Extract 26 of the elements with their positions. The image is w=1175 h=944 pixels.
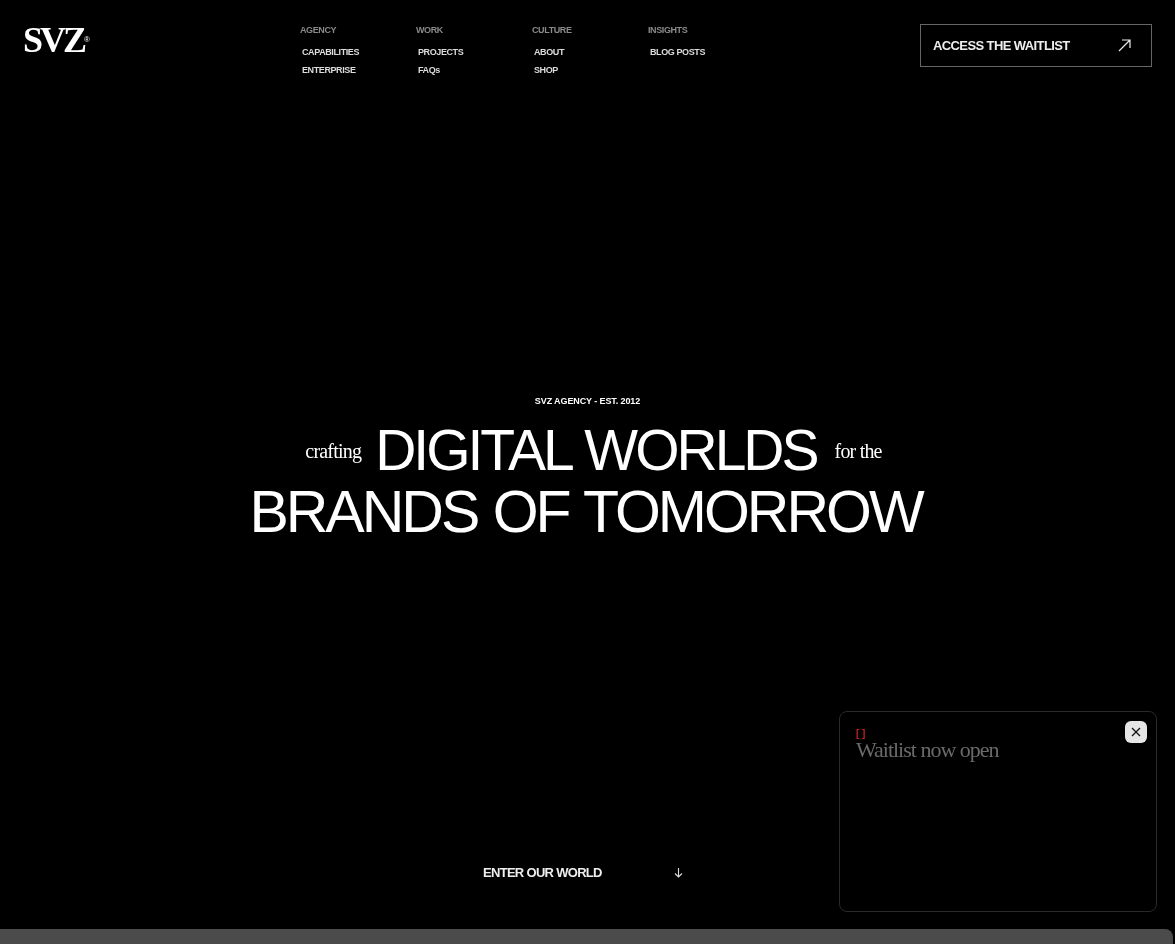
waitlist-button[interactable]: ACCESS THE WAITLIST <box>920 24 1152 67</box>
eyebrow-text: SVZ AGENCY - EST. 2012 <box>534 396 641 406</box>
enter-link[interactable]: ENTER OUR WORLD <box>483 865 683 880</box>
connector-text: for the <box>834 439 882 463</box>
nav-heading: INSIGHTS <box>648 25 689 35</box>
close-button[interactable] <box>1125 721 1147 743</box>
nav-link[interactable]: PROJECTS <box>418 47 532 57</box>
popup-title: Waitlist now open <box>856 740 1000 760</box>
nav-link[interactable]: FAQs <box>418 65 532 75</box>
nav-link[interactable]: ABOUT <box>534 47 648 57</box>
arrow-up-right-icon <box>1118 39 1131 52</box>
arrow-down-icon <box>674 867 683 878</box>
bracket-text: [ ] <box>856 728 866 740</box>
nav-heading: CULTURE <box>532 25 573 35</box>
nav-heading: AGENCY <box>300 25 338 35</box>
nav-heading: WORK <box>416 25 444 35</box>
registered-mark: ® <box>84 36 90 44</box>
close-icon <box>1131 727 1141 737</box>
nav-link[interactable]: BLOG POSTS <box>650 47 764 57</box>
headline: DIGITAL WORLDS <box>375 420 818 480</box>
nav-link[interactable]: SHOP <box>534 65 648 75</box>
headline: BRANDS OF TOMORROW <box>249 482 924 542</box>
logo[interactable]: SVZ <box>23 22 85 58</box>
nav-link[interactable]: CAPABILITIES <box>302 47 416 57</box>
lead-text: crafting <box>305 439 362 463</box>
nav-link[interactable]: ENTERPRISE <box>302 65 416 75</box>
